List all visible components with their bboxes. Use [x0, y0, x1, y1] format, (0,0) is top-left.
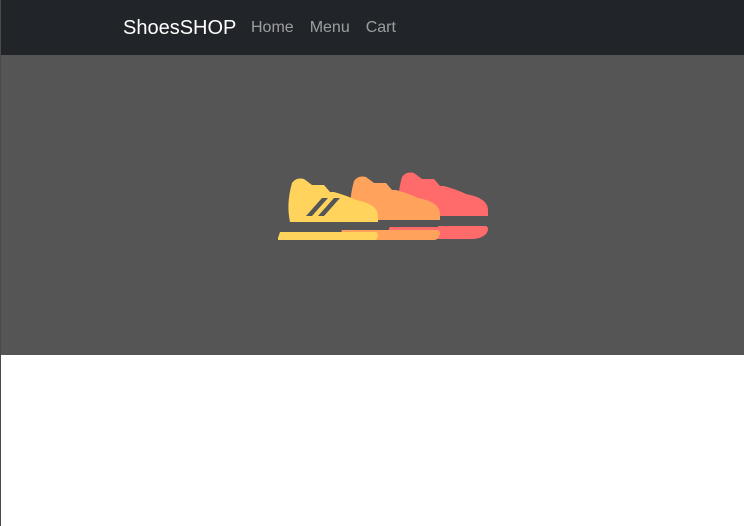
- top-navbar: ShoesSHOP Home Menu Cart: [0, 0, 744, 55]
- nav-links: Home Menu Cart: [251, 17, 396, 39]
- nav-link-cart[interactable]: Cart: [366, 17, 396, 39]
- window-left-border: [0, 0, 1, 526]
- nav-link-home[interactable]: Home: [251, 17, 294, 39]
- brand-link[interactable]: ShoesSHOP: [123, 15, 236, 41]
- main-content: [0, 355, 744, 526]
- sneakers-logo-icon: [278, 172, 488, 240]
- nav-link-menu[interactable]: Menu: [310, 17, 350, 39]
